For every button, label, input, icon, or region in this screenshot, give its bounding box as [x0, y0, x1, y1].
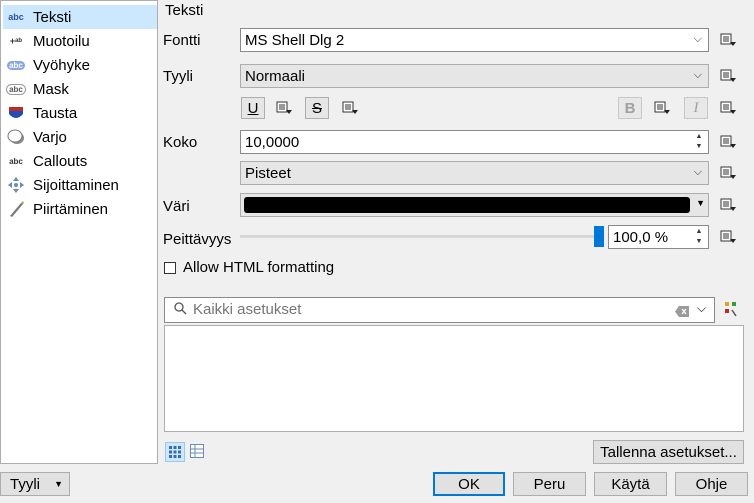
- style-menu-button[interactable]: Tyyli ▼: [0, 472, 70, 496]
- nav-item-rendering[interactable]: Piirtäminen: [3, 197, 157, 221]
- nav-item-text[interactable]: abc Teksti: [3, 5, 157, 29]
- style-label: Tyyli: [163, 68, 193, 85]
- list-view-icon[interactable]: [190, 444, 204, 462]
- settings-search-box[interactable]: ⌵: [164, 297, 715, 323]
- bold-button[interactable]: B: [618, 97, 642, 119]
- font-combobox[interactable]: MS Shell Dlg 2 ⌵: [240, 28, 709, 52]
- background-icon: [5, 104, 27, 122]
- opacity-spinbox[interactable]: 100,0 % ▲ ▼: [608, 225, 709, 249]
- html-formatting-label: Allow HTML formatting: [183, 259, 335, 276]
- settings-list[interactable]: [164, 325, 744, 432]
- nav-item-placement[interactable]: Sijoittaminen: [3, 173, 157, 197]
- opacity-slider-handle[interactable]: [594, 226, 604, 247]
- save-settings-button[interactable]: Tallenna asetukset...: [593, 440, 744, 464]
- help-button[interactable]: Ohje: [675, 472, 748, 496]
- shadow-icon: [5, 128, 27, 146]
- data-defined-override-icon[interactable]: [272, 97, 296, 119]
- search-icon: [173, 301, 187, 319]
- icon-view-icon[interactable]: [165, 442, 185, 462]
- settings-search-input[interactable]: [193, 300, 643, 319]
- opacity-slider-track[interactable]: [240, 235, 602, 238]
- size-spinbox[interactable]: 10,0000 ▲ ▼: [240, 130, 709, 154]
- nav-item-background[interactable]: Tausta: [3, 101, 157, 125]
- apply-button[interactable]: Käytä: [594, 472, 667, 496]
- data-defined-override-icon[interactable]: [338, 97, 362, 119]
- cancel-button[interactable]: Peru: [513, 472, 586, 496]
- color-swatch: [244, 197, 690, 213]
- data-defined-override-icon[interactable]: [716, 97, 740, 119]
- spin-down-icon[interactable]: ▼: [692, 142, 706, 152]
- data-defined-override-icon[interactable]: [716, 226, 740, 248]
- style-combobox[interactable]: Normaali ⌵: [240, 64, 709, 88]
- abc-text-icon: abc: [8, 12, 24, 22]
- data-defined-override-icon[interactable]: [650, 97, 674, 119]
- nav-item-callouts[interactable]: abc Callouts: [3, 149, 157, 173]
- color-label: Väri: [163, 198, 190, 215]
- italic-button[interactable]: I: [684, 97, 708, 119]
- data-defined-override-icon[interactable]: [716, 162, 740, 184]
- mask-icon: abc: [5, 80, 27, 98]
- size-unit-combobox[interactable]: Pisteet ⌵: [240, 161, 709, 185]
- category-list: abc Teksti +ᵃᵇ Muotoilu abc Vyöhyke abc …: [0, 0, 158, 464]
- section-title: Teksti: [165, 2, 204, 19]
- placement-icon: [5, 176, 27, 194]
- size-label: Koko: [163, 134, 198, 151]
- opacity-label: Peittävyys: [163, 231, 232, 248]
- ok-button[interactable]: OK: [433, 472, 505, 496]
- data-defined-override-icon[interactable]: [716, 29, 740, 51]
- color-button[interactable]: ▼: [240, 193, 709, 217]
- nav-item-shadow[interactable]: Varjo: [3, 125, 157, 149]
- spin-up-icon[interactable]: ▲: [692, 132, 706, 142]
- formatting-icon: +ᵃᵇ: [9, 36, 23, 46]
- underline-button[interactable]: U: [241, 97, 265, 119]
- spin-up-icon[interactable]: ▲: [692, 227, 706, 237]
- callouts-icon: abc: [9, 156, 23, 166]
- chevron-down-icon: ⌵: [693, 33, 702, 45]
- strikeout-button[interactable]: S: [305, 97, 329, 119]
- settings-manage-icon[interactable]: [723, 300, 739, 322]
- nav-item-formatting[interactable]: +ᵃᵇ Muotoilu: [3, 29, 157, 53]
- chevron-down-icon: ▼: [54, 479, 63, 489]
- chevron-down-icon: ▼: [696, 198, 705, 208]
- chevron-down-icon: ⌵: [693, 69, 702, 81]
- nav-item-buffer[interactable]: abc Vyöhyke: [3, 53, 157, 77]
- chevron-down-icon: ⌵: [693, 166, 702, 178]
- nav-item-mask[interactable]: abc Mask: [3, 77, 157, 101]
- chevron-down-icon[interactable]: ⌵: [697, 301, 706, 316]
- data-defined-override-icon[interactable]: [716, 65, 740, 87]
- data-defined-override-icon[interactable]: [716, 194, 740, 216]
- html-formatting-checkbox[interactable]: [164, 262, 176, 274]
- buffer-icon: abc: [7, 60, 25, 70]
- data-defined-override-icon[interactable]: [716, 131, 740, 153]
- spin-down-icon[interactable]: ▼: [692, 237, 706, 247]
- font-label: Fontti: [163, 32, 201, 49]
- clear-icon[interactable]: [675, 304, 689, 321]
- rendering-icon: [5, 200, 27, 218]
